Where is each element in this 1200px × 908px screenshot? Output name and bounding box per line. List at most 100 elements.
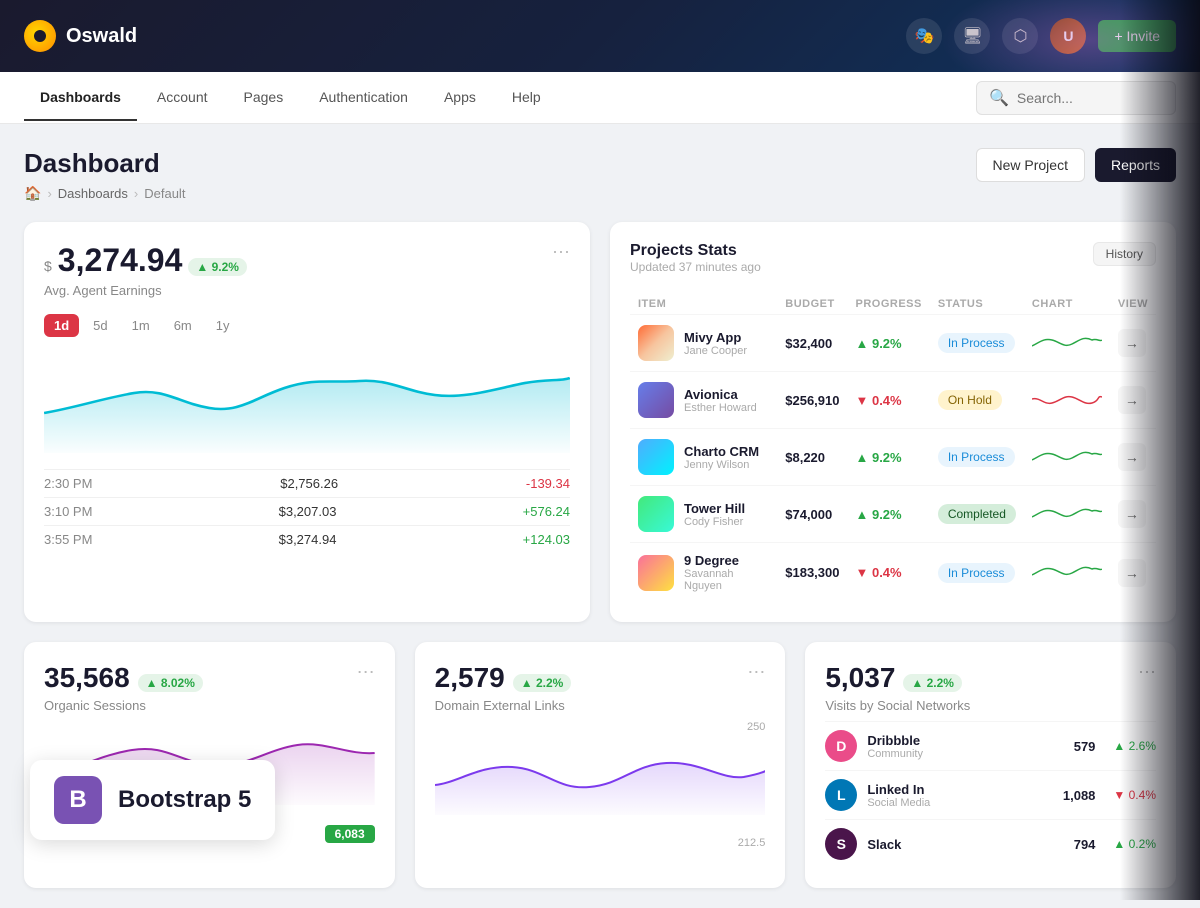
social-more-icon[interactable]: ⋯: [1138, 662, 1156, 683]
projects-card: Projects Stats Updated 37 minutes ago Hi…: [610, 222, 1176, 622]
time-label-1: 2:30 PM: [44, 476, 92, 491]
chart-max-label: 250: [435, 721, 766, 733]
nav-search[interactable]: 🔍: [976, 81, 1176, 115]
organic-more-icon[interactable]: ⋯: [357, 662, 375, 683]
projects-title: Projects Stats: [630, 242, 761, 260]
breadcrumb-dashboards[interactable]: Dashboards: [58, 186, 128, 201]
project-budget-2: $8,220: [777, 429, 847, 486]
social-icon-0: D: [825, 730, 857, 762]
social-val-0: 579: [1074, 739, 1096, 754]
col-chart: CHART: [1024, 294, 1110, 315]
project-budget-0: $32,400: [777, 315, 847, 372]
currency-symbol: $: [44, 258, 52, 274]
page-title-area: Dashboard 🏠 › Dashboards › Default: [24, 148, 185, 202]
topbar: Oswald 🎭 🖥 ⬡ U + Invite: [0, 0, 1200, 72]
view-button-4[interactable]: →: [1118, 559, 1146, 587]
domain-info: 2,579 ▲ 2.2% Domain External Links: [435, 662, 572, 713]
earnings-info: $ 3,274.94 ▲ 9.2% Avg. Agent Earnings: [44, 242, 247, 298]
logo-icon: [24, 20, 56, 52]
project-chart-0: [1024, 315, 1110, 372]
project-view-0[interactable]: →: [1110, 315, 1156, 372]
logo-area: Oswald: [24, 20, 137, 52]
organic-info: 35,568 ▲ 8.02% Organic Sessions: [44, 662, 203, 713]
social-icon-1: L: [825, 779, 857, 811]
project-view-4[interactable]: →: [1110, 543, 1156, 603]
nav-authentication[interactable]: Authentication: [303, 75, 424, 121]
nav-pages[interactable]: Pages: [228, 75, 300, 121]
monitor-icon[interactable]: 🖥: [954, 18, 990, 54]
project-view-2[interactable]: →: [1110, 429, 1156, 486]
page-header: Dashboard 🏠 › Dashboards › Default New P…: [24, 148, 1176, 202]
table-row: Avionica Esther Howard $256,910 ▼ 0.4% O…: [630, 372, 1156, 429]
bootstrap-icon: B: [54, 776, 102, 824]
domain-value: 2,579: [435, 662, 505, 694]
earnings-card: $ 3,274.94 ▲ 9.2% Avg. Agent Earnings ⋯ …: [24, 222, 590, 622]
col-item: ITEM: [630, 294, 777, 315]
project-status-0: In Process: [930, 315, 1024, 372]
domain-badge: ▲ 2.2%: [513, 674, 572, 692]
project-status-1: On Hold: [930, 372, 1024, 429]
search-input[interactable]: [1017, 90, 1163, 106]
mask-icon[interactable]: 🎭: [906, 18, 942, 54]
home-icon: 🏠: [24, 185, 41, 202]
time-filter-5d[interactable]: 5d: [83, 314, 117, 337]
earnings-amount: 3,274.94: [58, 242, 183, 279]
social-items-container: D Dribbble Community 579 ▲ 2.6% L Linked…: [825, 721, 1156, 868]
project-budget-4: $183,300: [777, 543, 847, 603]
reports-button[interactable]: Reports: [1095, 148, 1176, 182]
page-title: Dashboard: [24, 148, 185, 179]
more-icon[interactable]: ⋯: [552, 242, 570, 263]
time-filter-6m[interactable]: 6m: [164, 314, 202, 337]
time-filter-1m[interactable]: 1m: [122, 314, 160, 337]
history-button[interactable]: History: [1093, 242, 1156, 266]
canada-value: 6,083: [325, 825, 375, 843]
time-val-1: $2,756.26: [280, 476, 338, 491]
project-progress-2: ▲ 9.2%: [847, 429, 929, 486]
project-progress-1: ▼ 0.4%: [847, 372, 929, 429]
nav-account[interactable]: Account: [141, 75, 224, 121]
social-badge: ▲ 2.2%: [903, 674, 962, 692]
social-stat-header: 5,037 ▲ 2.2% Visits by Social Networks ⋯: [825, 662, 1156, 713]
nav-apps[interactable]: Apps: [428, 75, 492, 121]
social-item-0: D Dribbble Community 579 ▲ 2.6%: [825, 721, 1156, 770]
share-icon[interactable]: ⬡: [1002, 18, 1038, 54]
nav-help[interactable]: Help: [496, 75, 557, 121]
project-progress-0: ▲ 9.2%: [847, 315, 929, 372]
social-item-2: S Slack 794 ▲ 0.2%: [825, 819, 1156, 868]
view-button-2[interactable]: →: [1118, 443, 1146, 471]
new-project-button[interactable]: New Project: [976, 148, 1085, 182]
organic-stat-header: 35,568 ▲ 8.02% Organic Sessions ⋯: [44, 662, 375, 713]
social-value: 5,037: [825, 662, 895, 694]
social-label: Visits by Social Networks: [825, 698, 970, 713]
project-view-1[interactable]: →: [1110, 372, 1156, 429]
project-view-3[interactable]: →: [1110, 486, 1156, 543]
invite-button[interactable]: + Invite: [1098, 20, 1176, 52]
topbar-right: 🎭 🖥 ⬡ U + Invite: [906, 18, 1176, 54]
project-budget-3: $74,000: [777, 486, 847, 543]
breadcrumb-default: Default: [144, 186, 185, 201]
project-progress-3: ▲ 9.2%: [847, 486, 929, 543]
nav-dashboards[interactable]: Dashboards: [24, 75, 137, 121]
organic-label: Organic Sessions: [44, 698, 203, 713]
view-button-0[interactable]: →: [1118, 329, 1146, 357]
time-filter-1y[interactable]: 1y: [206, 314, 240, 337]
view-button-1[interactable]: →: [1118, 386, 1146, 414]
social-networks-card: 5,037 ▲ 2.2% Visits by Social Networks ⋯…: [805, 642, 1176, 888]
domain-links-card: 2,579 ▲ 2.2% Domain External Links ⋯ 250: [415, 642, 786, 888]
projects-updated: Updated 37 minutes ago: [630, 260, 761, 274]
avatar[interactable]: U: [1050, 18, 1086, 54]
time-change-1: -139.34: [526, 476, 570, 491]
social-info: 5,037 ▲ 2.2% Visits by Social Networks: [825, 662, 970, 713]
time-filter-1d[interactable]: 1d: [44, 314, 79, 337]
organic-badge: ▲ 8.02%: [138, 674, 203, 692]
time-row-2: 3:10 PM $3,207.03 +576.24: [44, 497, 570, 525]
time-label-3: 3:55 PM: [44, 532, 92, 547]
earnings-label: Avg. Agent Earnings: [44, 283, 247, 298]
time-label-2: 3:10 PM: [44, 504, 92, 519]
time-val-2: $3,207.03: [279, 504, 337, 519]
view-button-3[interactable]: →: [1118, 500, 1146, 528]
domain-more-icon[interactable]: ⋯: [747, 662, 765, 683]
project-status-4: In Process: [930, 543, 1024, 603]
chart-mid-label: 212.5: [435, 837, 766, 849]
secondary-nav: Dashboards Account Pages Authentication …: [0, 72, 1200, 124]
